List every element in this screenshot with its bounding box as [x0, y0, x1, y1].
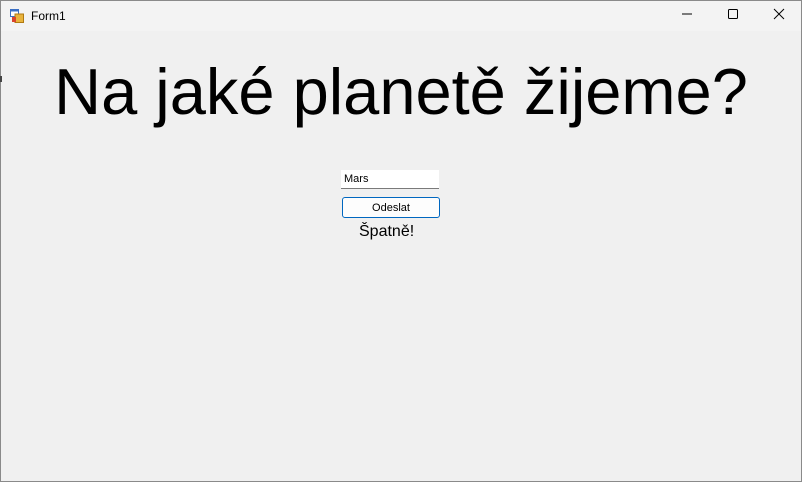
- winforms-app-icon: [10, 9, 24, 23]
- close-button[interactable]: [756, 1, 801, 31]
- app-window: Form1 Na jaké planetě žijeme? Odeslat Šp…: [0, 0, 802, 482]
- edge-artifact: [0, 76, 2, 82]
- maximize-button[interactable]: [710, 1, 756, 31]
- form-client-area: Na jaké planetě žijeme? Odeslat Špatně!: [1, 31, 801, 481]
- close-icon: [773, 7, 785, 25]
- window-title: Form1: [31, 9, 66, 23]
- title-bar[interactable]: Form1: [1, 1, 801, 31]
- question-label: Na jaké planetě žijeme?: [54, 55, 748, 128]
- result-label: Špatně!: [359, 223, 415, 240]
- answer-input[interactable]: [341, 170, 439, 189]
- minimize-button[interactable]: [664, 1, 710, 31]
- submit-button[interactable]: Odeslat: [342, 197, 440, 218]
- maximize-icon: [727, 7, 739, 25]
- minimize-icon: [681, 7, 693, 25]
